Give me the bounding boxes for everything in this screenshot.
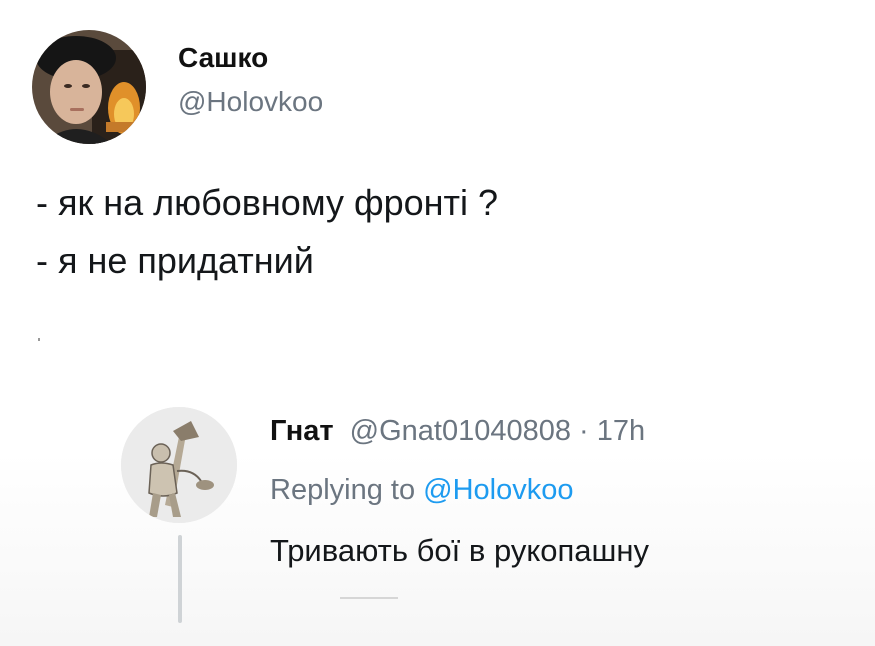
author-handle[interactable]: @Holovkoo	[178, 86, 323, 118]
reply-header: Гнат @Gnat01040808 · 17h	[270, 415, 645, 448]
reply-text: Тривають бої в рукопашну	[270, 533, 650, 568]
tweet-text: - як на любовному фронті ? - я не придат…	[36, 174, 498, 290]
reply-avatar[interactable]	[121, 407, 237, 523]
profile-photo-icon	[32, 30, 146, 144]
divider-mark	[38, 338, 40, 341]
tweet-line-2: - я не придатний	[36, 240, 314, 281]
tweet-line-1: - як на любовному фронті ?	[36, 182, 499, 223]
reply-author-handle[interactable]: @Gnat01040808	[350, 415, 571, 447]
engraving-figure-icon	[121, 407, 237, 523]
replying-to-label: Replying to	[270, 474, 416, 506]
author-name[interactable]: Сашко	[178, 42, 268, 74]
replying-to-handle-link[interactable]: @Holovkoo	[423, 474, 573, 506]
thread-line	[178, 535, 182, 623]
replying-to: Replying to @Holovkoo	[270, 474, 574, 507]
avatar[interactable]	[32, 30, 146, 144]
reply-timestamp[interactable]: 17h	[597, 415, 645, 447]
faint-divider	[340, 597, 398, 599]
reply-tweet: Гнат @Gnat01040808 · 17h Replying to @Ho…	[0, 395, 875, 646]
reply-author-name[interactable]: Гнат	[270, 415, 334, 447]
timestamp-separator: ·	[579, 415, 589, 447]
main-tweet: Сашко @Holovkoo - як на любовному фронті…	[0, 0, 875, 341]
